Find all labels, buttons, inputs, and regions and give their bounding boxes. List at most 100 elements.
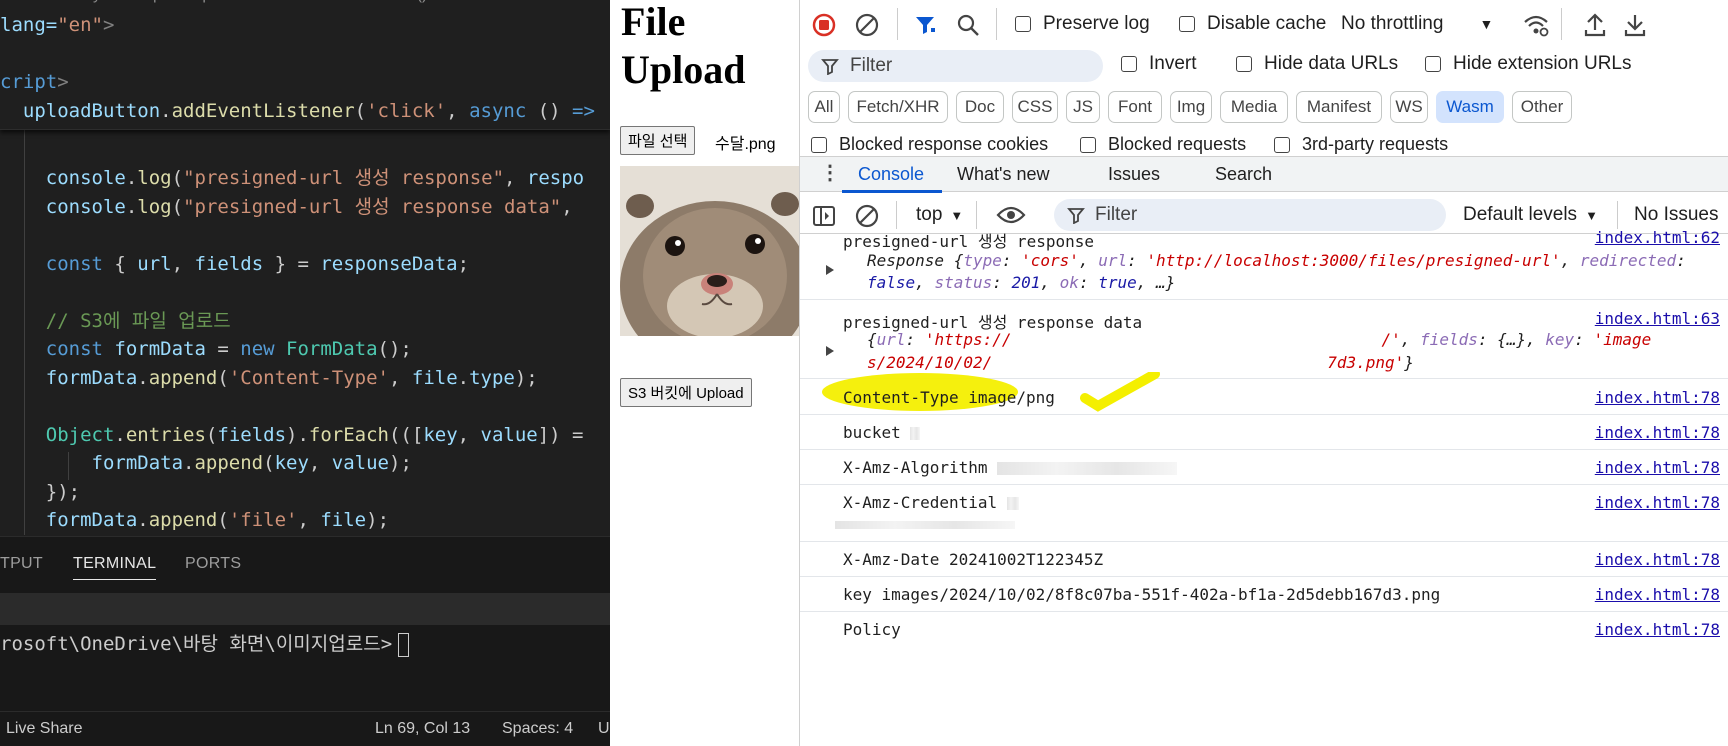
filter-chip-js[interactable]: JS — [1066, 91, 1100, 123]
otter-illustration — [620, 166, 799, 336]
message-source-link[interactable]: index.html:62 — [1595, 228, 1720, 247]
blocked-cookies-checkbox[interactable]: Blocked response cookies — [811, 134, 1048, 155]
terminal-prompt[interactable]: rosoft\OneDrive\바탕 화면\이미지업로드> — [0, 629, 410, 657]
code-line[interactable]: formData.append(key, value); — [0, 449, 610, 478]
tab-issues[interactable]: Issues — [1108, 164, 1160, 185]
s3-upload-button[interactable]: S3 버킷에 Upload — [620, 378, 752, 407]
filter-chip-wasm[interactable]: Wasm — [1436, 91, 1504, 123]
issues-count[interactable]: No Issues — [1634, 204, 1718, 226]
clear-icon[interactable] — [855, 13, 879, 37]
code-line[interactable]: const formData = new FormData(); — [0, 335, 610, 364]
code-line[interactable]: cript> — [0, 68, 610, 97]
tab-whats-new[interactable]: What's new — [957, 164, 1049, 185]
third-party-checkbox[interactable]: 3rd-party requests — [1274, 134, 1448, 155]
filter-chip-css[interactable]: CSS — [1012, 91, 1058, 123]
message-source-link[interactable]: index.html:78 — [1595, 585, 1720, 604]
tab-ports[interactable]: PORTS — [185, 555, 241, 573]
console-message[interactable]: X-Amz-Date 20241002T122345Z index.html:7… — [800, 542, 1728, 577]
code-line[interactable]: }); — [0, 478, 610, 507]
breadcrumb[interactable]: html > body > script > uploadButton.addE… — [0, 0, 610, 6]
record-stop-icon[interactable] — [812, 13, 836, 37]
code-line[interactable] — [0, 221, 610, 250]
console-message[interactable]: X-Amz-Credential index.html:78 — [800, 485, 1728, 542]
preserve-log-checkbox[interactable]: Preserve log — [1015, 13, 1150, 35]
response-object-line1[interactable]: Response {type: 'cors', url: 'http://loc… — [867, 251, 1686, 270]
filter-chip-media[interactable]: Media — [1220, 91, 1288, 123]
message-source-link[interactable]: index.html:78 — [1595, 493, 1720, 512]
code-line[interactable]: console.log("presigned-url 생성 response d… — [0, 193, 610, 222]
console-message[interactable]: Content-Type image/png index.html:78 — [800, 372, 1728, 415]
filter-chip-other[interactable]: Other — [1512, 91, 1572, 123]
expand-triangle-icon[interactable] — [826, 346, 834, 356]
code-line[interactable]: // S3에 파일 업로드 — [0, 307, 610, 336]
context-select[interactable]: top ▼ — [916, 204, 963, 226]
code-line[interactable] — [0, 40, 610, 69]
tab-search[interactable]: Search — [1215, 164, 1272, 185]
console-message[interactable]: X-Amz-Algorithm index.html:78 — [800, 450, 1728, 485]
toolbar-divider — [896, 201, 897, 229]
log-levels-select[interactable]: Default levels ▼ — [1463, 204, 1598, 226]
message-source-link[interactable]: index.html:63 — [1595, 309, 1720, 328]
invert-checkbox[interactable]: Invert — [1121, 53, 1197, 75]
filter-chip-img[interactable]: Img — [1170, 91, 1212, 123]
hide-data-urls-checkbox[interactable]: Hide data URLs — [1236, 53, 1398, 75]
console-message[interactable]: bucket index.html:78 — [800, 415, 1728, 450]
chevron-down-icon: ▼ — [1585, 207, 1598, 223]
network-filter-input[interactable]: Filter — [808, 50, 1103, 82]
message-source-link[interactable]: index.html:78 — [1595, 620, 1720, 639]
indent-spaces[interactable]: Spaces: 4 — [502, 720, 573, 738]
webpage-viewport: File Upload 파일 선택 수달.png S3 버킷에 Upload — [610, 0, 800, 746]
filter-chip-ws[interactable]: WS — [1390, 91, 1428, 123]
tab-console[interactable]: Console — [858, 164, 924, 185]
console-message[interactable]: presigned-url 생성 response data index.htm… — [800, 301, 1728, 379]
search-icon[interactable] — [956, 13, 980, 37]
live-expression-eye-icon[interactable] — [996, 204, 1026, 226]
code-line[interactable]: const { url, fields } = responseData; — [0, 250, 610, 279]
code-line[interactable]: lang="en"> — [0, 11, 610, 40]
network-conditions-icon[interactable] — [1522, 12, 1550, 38]
filter-chip-font[interactable]: Font — [1108, 91, 1162, 123]
code-line[interactable]: formData.append('Content-Type', file.typ… — [0, 364, 610, 393]
hide-extension-urls-checkbox[interactable]: Hide extension URLs — [1425, 53, 1631, 75]
response-object-line2: false, status: 201, ok: true, …} — [867, 273, 1176, 292]
expand-triangle-icon[interactable] — [826, 265, 834, 275]
code-line[interactable] — [0, 278, 610, 307]
disable-cache-checkbox[interactable]: Disable cache — [1179, 13, 1326, 35]
throttling-select[interactable]: No throttling ▼ — [1341, 13, 1493, 35]
blocked-requests-label: Blocked requests — [1108, 134, 1247, 154]
filter-chip-doc[interactable]: Doc — [956, 91, 1004, 123]
choose-file-button[interactable]: 파일 선택 — [620, 126, 696, 155]
filter-chip-fetch-xhr[interactable]: Fetch/XHR — [848, 91, 948, 123]
message-source-link[interactable]: index.html:78 — [1595, 388, 1720, 407]
message-source-link[interactable]: index.html:78 — [1595, 550, 1720, 569]
drawer-tab-bar: ⋮ Console What's new Issues Search — [800, 156, 1728, 193]
sticky-scroll-header[interactable]: html > body > script > uploadButton.addE… — [0, 0, 610, 130]
blocked-requests-checkbox[interactable]: Blocked requests — [1080, 134, 1246, 155]
clear-console-icon[interactable] — [855, 204, 879, 228]
filter-funnel-icon[interactable] — [913, 13, 937, 37]
live-share-status[interactable]: Live Share — [6, 720, 83, 738]
code-line[interactable] — [0, 392, 610, 421]
tab-terminal[interactable]: TERMINAL — [73, 555, 157, 580]
more-options-icon[interactable]: ⋮ — [820, 160, 840, 185]
code-line[interactable]: Object.entries(fields).forEach(([key, va… — [0, 421, 610, 450]
code-line[interactable]: formData.append('file', file); — [0, 506, 610, 535]
console-message[interactable]: Policy index.html:78 — [800, 612, 1728, 647]
filter-chip-all[interactable]: All — [808, 91, 840, 123]
cursor-position[interactable]: Ln 69, Col 13 — [375, 720, 470, 738]
console-message[interactable]: presigned-url 생성 response index.html:62 … — [800, 228, 1728, 300]
import-har-icon[interactable] — [1583, 12, 1607, 38]
filter-chip-manifest[interactable]: Manifest — [1296, 91, 1382, 123]
code-editor[interactable]: console.log("presigned-url 생성 response",… — [0, 164, 610, 535]
encoding-status[interactable]: U — [598, 720, 610, 738]
tab-output[interactable]: TPUT — [0, 555, 43, 573]
code-line[interactable]: uploadButton.addEventListener('click', a… — [0, 97, 610, 126]
export-har-icon[interactable] — [1623, 12, 1647, 38]
console-message[interactable]: key images/2024/10/02/8f8c07ba-551f-402a… — [800, 577, 1728, 612]
sidebar-toggle-icon[interactable] — [812, 204, 836, 228]
message-source-link[interactable]: index.html:78 — [1595, 458, 1720, 477]
data-object-line1[interactable]: {url: 'https:///', fields: {…}, key: 'im… — [867, 330, 1651, 349]
message-source-link[interactable]: index.html:78 — [1595, 423, 1720, 442]
code-line[interactable]: console.log("presigned-url 생성 response",… — [0, 164, 610, 193]
console-filter-input[interactable]: Filter — [1054, 199, 1446, 231]
